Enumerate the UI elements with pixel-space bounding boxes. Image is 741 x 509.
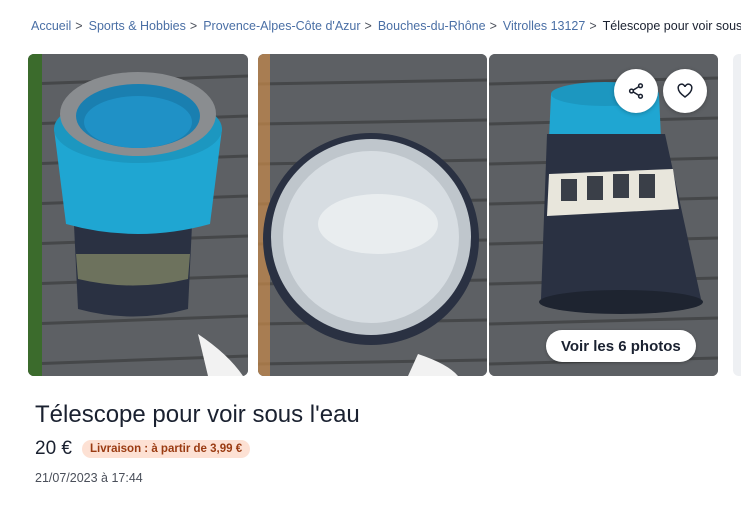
breadcrumb-accueil[interactable]: Accueil — [31, 19, 71, 33]
heart-icon — [677, 83, 693, 98]
delivery-badge: Livraison : à partir de 3,99 € — [81, 440, 251, 458]
photo-1-image — [28, 54, 248, 376]
breadcrumb: Accueil > Sports & Hobbies > Provence-Alpe… — [31, 17, 741, 35]
breadcrumb-separator: > — [364, 19, 372, 33]
photo-2-image — [258, 54, 487, 376]
favorite-button[interactable] — [663, 69, 707, 113]
breadcrumb-separator: > — [489, 19, 497, 33]
listing-date: 21/07/2023 à 17:44 — [35, 471, 143, 485]
breadcrumb-current: Télescope pour voir sous l'eau — [602, 19, 741, 33]
breadcrumb-separator: > — [589, 19, 597, 33]
share-icon — [628, 83, 644, 99]
breadcrumb-city[interactable]: Vitrolles 13127 — [503, 19, 585, 33]
breadcrumb-separator: > — [75, 19, 83, 33]
breadcrumb-category[interactable]: Sports & Hobbies — [89, 19, 186, 33]
next-photo-peek — [733, 54, 741, 376]
see-all-photos-button[interactable]: Voir les 6 photos — [546, 330, 696, 362]
breadcrumb-separator: > — [189, 19, 198, 33]
listing-photo-2[interactable] — [258, 54, 487, 376]
listing-photo-1[interactable] — [28, 54, 248, 376]
breadcrumb-department[interactable]: Bouches-du-Rhône — [378, 19, 486, 33]
share-button[interactable] — [614, 69, 658, 113]
breadcrumb-region[interactable]: Provence-Alpes-Côte d'Azur — [203, 19, 360, 33]
listing-price: 20 € — [35, 438, 72, 459]
price-row: 20 € Livraison : à partir de 3,99 € — [35, 438, 251, 460]
listing-title: Télescope pour voir sous l'eau — [35, 401, 360, 428]
